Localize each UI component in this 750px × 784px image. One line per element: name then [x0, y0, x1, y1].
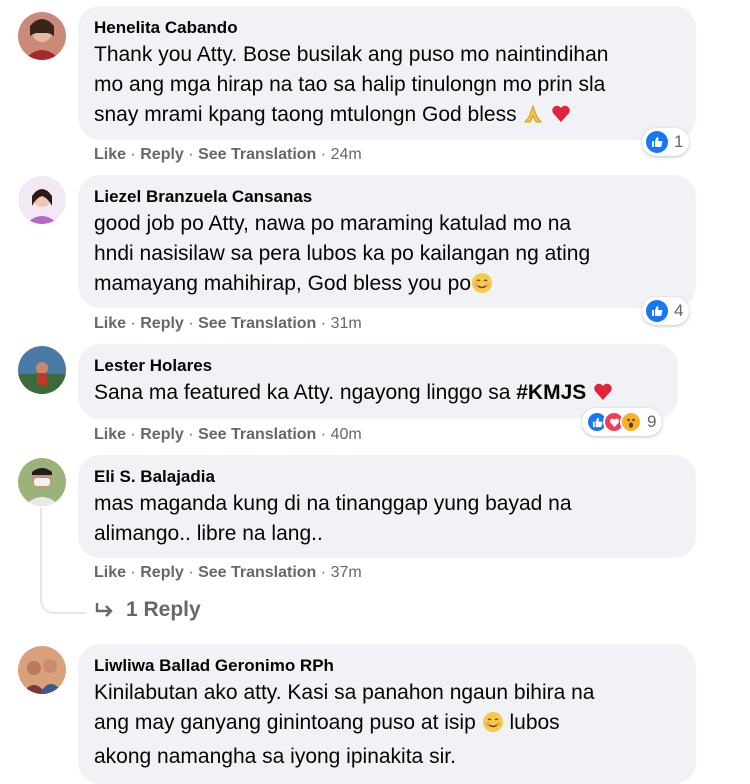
reply-link[interactable]: Reply	[140, 564, 184, 581]
like-link[interactable]: Like	[94, 426, 126, 443]
like-link[interactable]: Like	[94, 564, 126, 581]
wow-reaction-icon	[620, 411, 642, 433]
avatar[interactable]	[18, 12, 66, 60]
reaction-summary[interactable]: 9	[582, 408, 663, 436]
avatar[interactable]	[18, 346, 66, 394]
replies-count-label: 1 Reply	[126, 598, 201, 621]
reply-arrow-icon	[94, 601, 116, 619]
comment-actions: Like · Reply · See Translation · 37m	[94, 564, 362, 581]
reaction-summary[interactable]: 1	[642, 128, 690, 156]
comment-actions: Like · Reply · See Translation · 40m	[94, 426, 362, 443]
like-reaction-icon	[646, 131, 668, 153]
reaction-summary[interactable]: 4	[642, 297, 690, 325]
like-reaction-icon	[646, 300, 668, 322]
comment-text: Sana ma featured ka Atty. ngayong linggo…	[94, 378, 662, 412]
reply-link[interactable]: Reply	[140, 315, 184, 332]
heart-emoji	[550, 103, 572, 134]
comment-author[interactable]: Liezel Branzuela Cansanas	[94, 187, 680, 207]
comment-actions: Like · Reply · See Translation · 24m	[94, 146, 362, 163]
like-link[interactable]: Like	[94, 315, 126, 332]
timestamp[interactable]: 40m	[331, 426, 362, 443]
comment-text: Thank you Atty. Bose busilak ang puso mo…	[94, 40, 680, 134]
comment-text: good job po Atty, nawa po maraming katul…	[94, 209, 680, 303]
comment-bubble: Henelita Cabando Thank you Atty. Bose bu…	[78, 6, 696, 140]
comment-bubble: Lester Holares Sana ma featured ka Atty.…	[78, 344, 678, 419]
comment-author[interactable]: Henelita Cabando	[94, 18, 680, 38]
comment-author[interactable]: Liwliwa Ballad Geronimo RPh	[94, 656, 680, 676]
see-translation-link[interactable]: See Translation	[198, 146, 316, 163]
comment-bubble: Liezel Branzuela Cansanas good job po At…	[78, 175, 696, 308]
timestamp[interactable]: 24m	[331, 146, 362, 163]
comment-bubble: Eli S. Balajadia mas maganda kung di na …	[78, 455, 696, 558]
avatar[interactable]	[18, 458, 66, 506]
reply-link[interactable]: Reply	[140, 426, 184, 443]
avatar[interactable]	[18, 646, 66, 694]
reaction-count: 4	[674, 301, 684, 320]
avatar[interactable]	[18, 176, 66, 224]
comment-text: mas maganda kung di na tinanggap yung ba…	[94, 492, 572, 545]
reaction-count: 1	[674, 132, 684, 151]
comment-bubble: Liwliwa Ballad Geronimo RPh Kinilabutan …	[78, 644, 696, 784]
see-translation-link[interactable]: See Translation	[198, 426, 316, 443]
hashtag-link[interactable]: #KMJS	[516, 381, 586, 404]
reaction-count: 9	[647, 412, 657, 431]
comment-text: Kinilabutan ako atty. Kasi sa panahon ng…	[94, 681, 595, 768]
timestamp[interactable]: 31m	[331, 315, 362, 332]
comment-actions: Like · Reply · See Translation · 31m	[94, 315, 362, 332]
comment-author[interactable]: Eli S. Balajadia	[94, 467, 680, 487]
see-translation-link[interactable]: See Translation	[198, 315, 316, 332]
timestamp[interactable]: 37m	[331, 564, 362, 581]
smiling-face-emoji	[471, 272, 493, 303]
see-translation-link[interactable]: See Translation	[198, 564, 316, 581]
reply-link[interactable]: Reply	[140, 146, 184, 163]
smiling-face-emoji	[482, 711, 504, 742]
comment-author[interactable]: Lester Holares	[94, 356, 662, 376]
view-replies-button[interactable]: 1 Reply	[94, 598, 201, 622]
like-link[interactable]: Like	[94, 146, 126, 163]
folded-hands-emoji	[522, 103, 544, 134]
